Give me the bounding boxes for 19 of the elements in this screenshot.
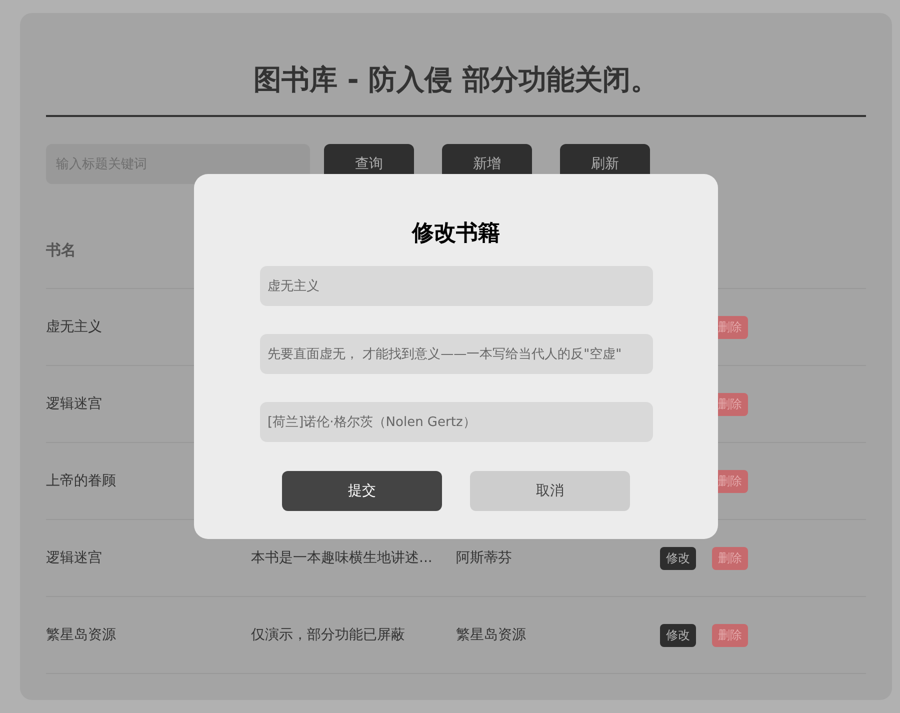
book-title: 逻辑迷宫 [46,549,103,567]
book-description: 本书是一本趣味横生地讲述... [251,550,432,566]
edit-button[interactable]: 修改 [660,624,696,646]
submit-button[interactable]: 提交 [282,471,442,511]
book-title: 上帝的眷顾 [46,472,117,490]
cancel-button[interactable]: 取消 [470,471,630,511]
input-field[interactable]: 虚无主义 [260,266,652,306]
book-title: 繁星岛资源 [46,626,117,644]
book-title: 虚无主义 [46,318,103,336]
input-field[interactable]: 先要直面虚无， 才能找到意义——一本写给当代人的反"空虚" [260,334,652,374]
book-author: 阿斯蒂芬 [456,550,512,566]
book-description: 仅演示，部分功能已屏蔽 [251,627,405,643]
dialog-title: 修改书籍 [412,220,500,248]
edit-button[interactable]: 修改 [660,546,696,570]
column-header: 书名 [46,240,77,260]
page-title: 图书库 - 防入侵 部分功能关闭。 [46,13,866,117]
book-author: 繁星岛资源 [456,627,526,643]
input-field[interactable]: [荷兰]诺伦·格尔茨（Nolen Gertz） [260,402,652,442]
book-title: 逻辑迷宫 [46,395,103,413]
